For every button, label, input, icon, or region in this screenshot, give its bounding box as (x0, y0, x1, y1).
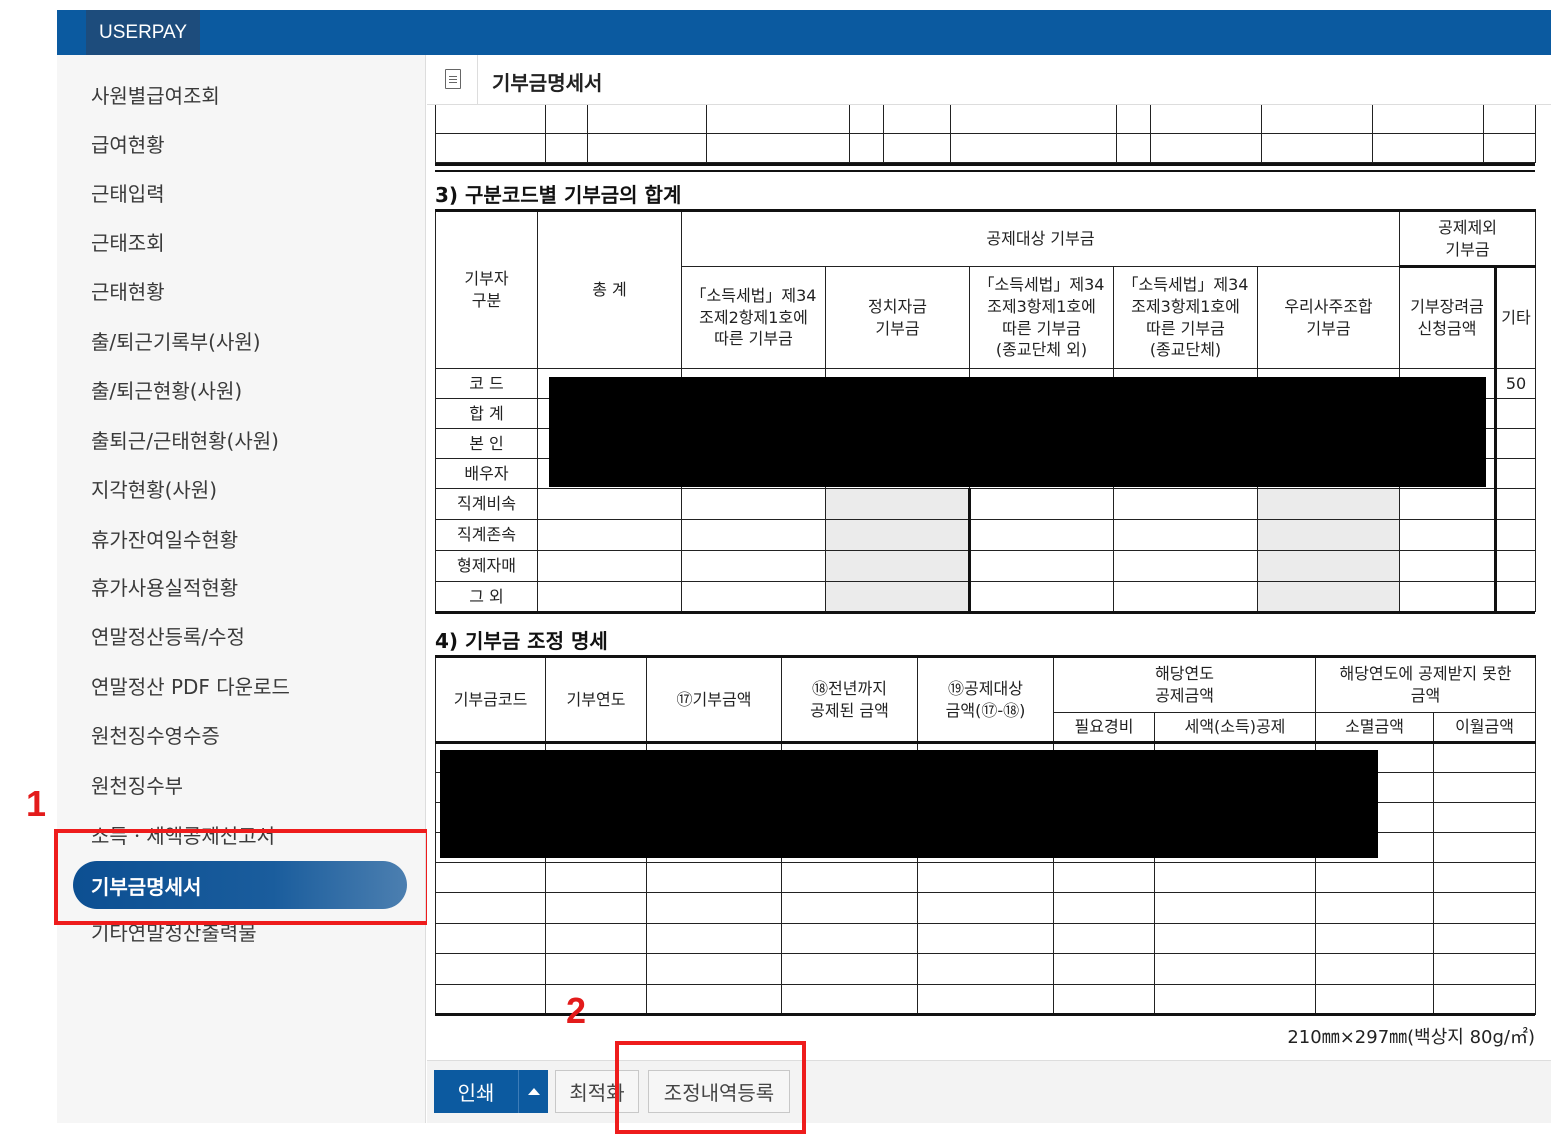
header-total: 총 계 (537, 209, 682, 369)
header-col-1: 「소득세법」제34 조제2항제1호에 따른 기부금 (681, 266, 826, 369)
title-bar: 기부금명세서 (427, 55, 1551, 105)
sidebar-item-attendance-input[interactable]: 근태입력 (91, 182, 165, 206)
table-row (435, 923, 1537, 954)
header-current-year-deduction: 해당연도 공제금액 (1052, 655, 1317, 713)
annotation-marker-1: 1 (26, 783, 47, 824)
sidebar-item-withholding-ledger[interactable]: 원천징수부 (91, 774, 183, 798)
sidebar-item-withholding-receipt[interactable]: 원천징수영수증 (91, 724, 220, 748)
caret-up-icon (527, 1088, 540, 1095)
redaction-block (549, 377, 1486, 487)
annotation-marker-2: 2 (566, 990, 587, 1031)
row-label: 직계존속 (435, 519, 538, 551)
sidebar-item-salary-lookup[interactable]: 사원별급여조회 (91, 84, 220, 108)
row-label: 그 외 (435, 581, 538, 612)
table-row (435, 862, 1537, 893)
header-col-5: 우리사주조합 기부금 (1257, 266, 1400, 369)
header-donor-type: 기부자 구분 (435, 209, 538, 369)
section3-title: 3) 구분코드별 기부금의 합계 (435, 183, 682, 207)
header-deductible: 공제대상 기부금 (681, 209, 1400, 267)
table-row (435, 984, 1537, 1015)
header-tax-deduction: 세액(소득)공제 (1153, 712, 1317, 743)
header-not-deducted: 해당연도에 공제받지 못한 금액 (1315, 655, 1537, 713)
document-icon (445, 69, 461, 89)
section-divider (435, 611, 1535, 614)
sidebar-item-attendance-status[interactable]: 근태현황 (91, 280, 165, 304)
sidebar-item-yearend-pdf[interactable]: 연말정산 PDF 다운로드 (91, 675, 290, 699)
header-col-6: 기부장려금 신청금액 (1399, 266, 1496, 369)
bottom-toolbar: 인쇄 최적화 조정내역등록 (427, 1060, 1551, 1123)
sidebar: 사원별급여조회 급여현황 근태입력 근태조회 근태현황 출/퇴근기록부(사원) … (57, 55, 426, 1123)
row-label: 본 인 (435, 428, 538, 459)
header-deductible-amount: ⑲공제대상 금액(⑰-⑱) (917, 655, 1054, 743)
header-col-7: 기타 (1493, 266, 1537, 369)
main-panel: 기부금명세서 3) 구분코드별 기부금의 합계 기부자 구분 총 계 공제대상 … (427, 55, 1551, 1123)
header-donation-year: 기부연도 (545, 655, 647, 743)
row-label: 코 드 (435, 368, 538, 399)
previous-section-grid (435, 105, 1536, 163)
top-bar: USERPAY (57, 10, 1551, 55)
section-divider (435, 1013, 1535, 1016)
brand-tab[interactable]: USERPAY (86, 10, 200, 55)
header-donation-amount: ⑰기부금액 (646, 655, 782, 743)
row-label: 직계비속 (435, 488, 538, 520)
header-col-2: 정치자금 기부금 (825, 266, 970, 369)
row-label: 배우자 (435, 458, 538, 489)
page-title: 기부금명세서 (492, 71, 603, 95)
code-cell: 50 (1493, 368, 1537, 399)
header-donation-code: 기부금코드 (435, 655, 546, 743)
header-excluded: 공제제외 기부금 (1398, 209, 1537, 268)
section-divider (435, 170, 1535, 172)
row-label: 합 계 (435, 398, 538, 429)
sidebar-item-leave-remaining[interactable]: 휴가잔여일수현황 (91, 528, 238, 552)
paper-size-note: 210㎜×297㎜(백상지 80g/㎡) (1287, 1027, 1535, 1048)
sidebar-item-commute-status[interactable]: 출/퇴근현황(사원) (91, 379, 242, 403)
sidebar-item-leave-usage[interactable]: 휴가사용실적현황 (91, 576, 238, 600)
header-col-3: 「소득세법」제34 조제3항제1호에 따른 기부금 (종교단체 외) (969, 266, 1114, 369)
header-carryover: 이월금액 (1433, 712, 1537, 743)
header-col-4: 「소득세법」제34 조제3항제1호에 따른 기부금 (종교단체) (1113, 266, 1258, 369)
sidebar-item-commute-record[interactable]: 출/퇴근기록부(사원) (91, 330, 261, 354)
header-prior-deducted: ⑱전년까지 공제된 금액 (781, 655, 918, 743)
print-options-toggle[interactable] (518, 1070, 548, 1113)
sidebar-item-salary-status[interactable]: 급여현황 (91, 133, 165, 157)
divider (477, 55, 478, 105)
section4-title: 4) 기부금 조정 명세 (435, 629, 608, 653)
header-necessary-expense: 필요경비 (1053, 712, 1155, 743)
annotation-highlight-1 (54, 829, 430, 925)
header-extinguished: 소멸금액 (1315, 712, 1435, 743)
sidebar-item-yearend-register[interactable]: 연말정산등록/수정 (91, 625, 245, 649)
print-button[interactable]: 인쇄 (434, 1070, 518, 1113)
sidebar-item-late-status[interactable]: 지각현황(사원) (91, 478, 217, 502)
sidebar-item-attendance-lookup[interactable]: 근태조회 (91, 231, 165, 255)
annotation-highlight-2 (615, 1041, 806, 1134)
row-label: 형제자매 (435, 550, 538, 582)
redaction-block (440, 750, 1378, 858)
table-row (435, 953, 1537, 985)
sidebar-item-commute-attendance[interactable]: 출퇴근/근태현황(사원) (91, 429, 279, 453)
section-divider (435, 163, 1535, 166)
table-row (435, 892, 1537, 924)
